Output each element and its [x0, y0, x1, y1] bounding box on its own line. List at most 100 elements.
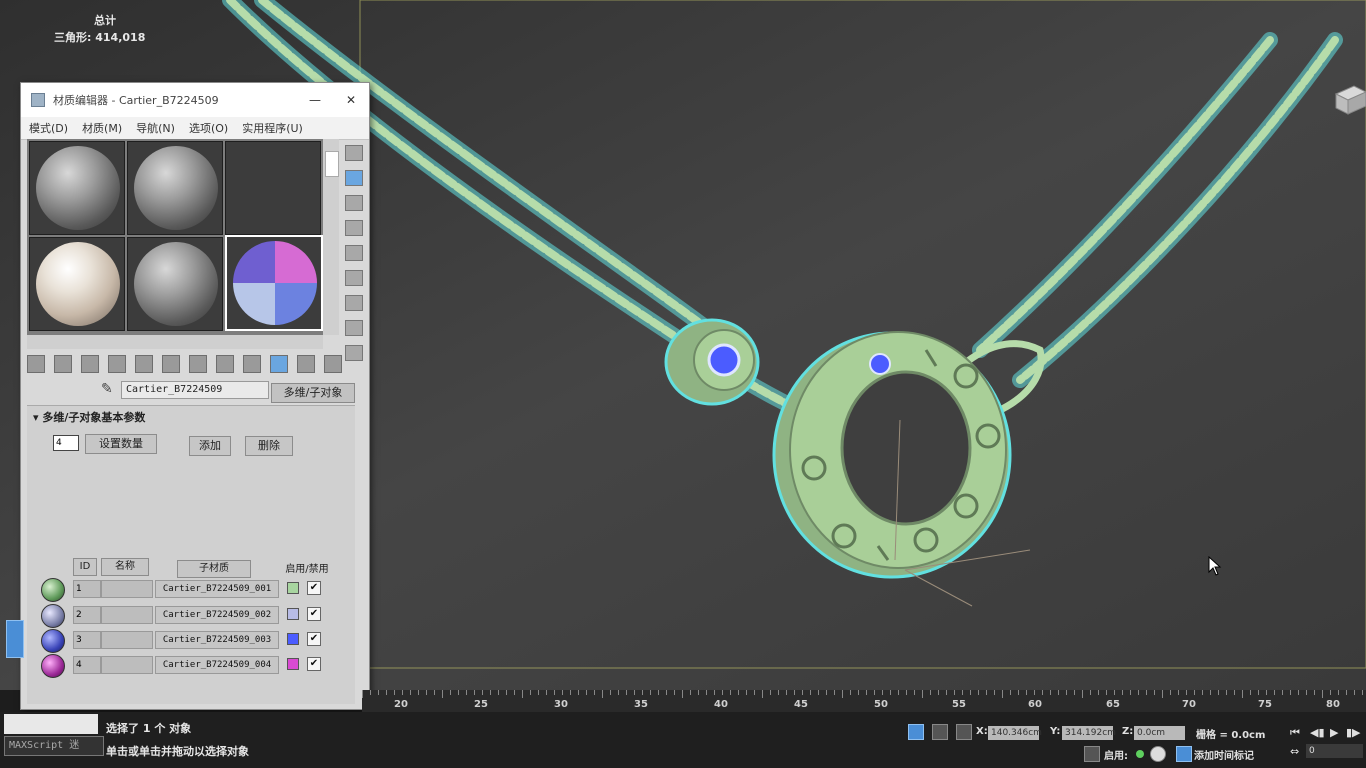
row-name-field[interactable] — [101, 580, 153, 598]
assign-to-selection-icon[interactable] — [81, 355, 99, 373]
x-coordinate-field[interactable]: 140.346cm — [988, 726, 1042, 740]
get-material-icon[interactable] — [27, 355, 45, 373]
ruler-tick — [730, 690, 731, 695]
menu-navigation[interactable]: 导航(N) — [136, 120, 175, 136]
info-icon[interactable] — [1150, 746, 1166, 762]
ruler-tick — [594, 690, 595, 695]
material-type-button[interactable]: 多维/子对象 — [271, 383, 355, 403]
play-icon[interactable]: ▶ — [1330, 726, 1338, 739]
column-sub-material[interactable]: 子材质 — [177, 560, 251, 578]
slots-vertical-scrollbar[interactable] — [323, 139, 339, 335]
sample-slot-5[interactable] — [127, 237, 223, 331]
sample-type-icon[interactable] — [345, 145, 363, 161]
row-id[interactable]: 2 — [73, 606, 101, 624]
enable-checkbox[interactable]: ✔ — [307, 607, 321, 621]
viewcube-icon[interactable] — [1326, 72, 1366, 118]
material-ball-icon[interactable] — [41, 604, 65, 628]
color-swatch[interactable] — [287, 633, 299, 645]
row-id[interactable]: 4 — [73, 656, 101, 674]
slots-horizontal-scrollbar[interactable] — [27, 335, 323, 349]
go-to-parent-icon[interactable] — [270, 355, 288, 373]
absolute-mode-icon[interactable] — [956, 724, 972, 740]
row-name-field[interactable] — [101, 606, 153, 624]
material-editor-titlebar[interactable]: 材质编辑器 - Cartier_B7224509 — ✕ — [21, 83, 369, 117]
row-id[interactable]: 1 — [73, 580, 101, 598]
options-icon[interactable] — [345, 295, 363, 311]
mini-listener-input[interactable] — [4, 714, 98, 734]
go-forward-icon[interactable] — [297, 355, 315, 373]
make-preview-icon[interactable] — [345, 270, 363, 286]
minimize-icon[interactable]: — — [297, 93, 333, 107]
color-swatch[interactable] — [287, 582, 299, 594]
material-editor-window[interactable]: 材质编辑器 - Cartier_B7224509 — ✕ 模式(D) 材质(M)… — [20, 82, 370, 710]
material-name-field[interactable]: Cartier_B7224509 — [121, 381, 269, 399]
delete-button[interactable]: 删除 — [245, 436, 293, 456]
z-coordinate-field[interactable]: 0.0cm — [1134, 726, 1185, 740]
video-check-icon[interactable] — [345, 245, 363, 261]
close-icon[interactable]: ✕ — [333, 93, 369, 107]
next-frame-icon[interactable]: ▮▶ — [1346, 726, 1361, 739]
ruler-tick — [1250, 690, 1251, 695]
go-to-start-icon[interactable]: ⏮ — [1290, 726, 1300, 740]
previous-frame-icon[interactable]: ◀▮ — [1310, 726, 1325, 739]
ruler-tick — [642, 690, 643, 695]
menu-options[interactable]: 选项(O) — [189, 120, 228, 136]
reset-map-icon[interactable] — [108, 355, 126, 373]
backlight-icon[interactable] — [345, 170, 363, 186]
time-tag-icon[interactable] — [1176, 746, 1192, 762]
ruler-tick — [1346, 690, 1347, 695]
row-name-field[interactable] — [101, 656, 153, 674]
material-ball-icon[interactable] — [41, 629, 65, 653]
key-mode-icon[interactable]: ⇔ — [1290, 745, 1299, 758]
sub-material-button[interactable]: Cartier_B7224509_001 — [155, 580, 279, 598]
row-name-field[interactable] — [101, 631, 153, 649]
rollout-title[interactable]: ▾ 多维/子对象基本参数 — [27, 406, 355, 427]
background-icon[interactable] — [345, 195, 363, 211]
selection-lock-icon[interactable] — [932, 724, 948, 740]
ruler-tick — [778, 690, 779, 695]
y-coordinate-field[interactable]: 314.192cm — [1062, 726, 1116, 740]
scroll-thumb[interactable] — [325, 151, 339, 177]
sample-slot-3[interactable] — [225, 141, 321, 235]
sample-slot-2[interactable] — [127, 141, 223, 235]
add-button[interactable]: 添加 — [189, 436, 231, 456]
set-number-button[interactable]: 设置数量 — [85, 434, 157, 454]
menu-mode[interactable]: 模式(D) — [29, 120, 68, 136]
sample-slot-4[interactable] — [29, 237, 125, 331]
column-name[interactable]: 名称 — [101, 558, 149, 576]
row-id[interactable]: 3 — [73, 631, 101, 649]
current-frame-field[interactable]: 0 — [1306, 744, 1363, 758]
sub-material-button[interactable]: Cartier_B7224509_003 — [155, 631, 279, 649]
put-to-library-icon[interactable] — [162, 355, 180, 373]
eyedropper-icon[interactable]: ✎ — [101, 381, 113, 397]
column-id[interactable]: ID — [73, 558, 97, 576]
material-ball-icon[interactable] — [41, 654, 65, 678]
select-by-material-icon[interactable] — [345, 320, 363, 336]
pick-material-icon[interactable] — [324, 355, 342, 373]
make-unique-icon[interactable] — [135, 355, 153, 373]
color-swatch[interactable] — [287, 658, 299, 670]
enable-checkbox[interactable]: ✔ — [307, 632, 321, 646]
sample-slot-1[interactable] — [29, 141, 125, 235]
material-id-icon[interactable] — [189, 355, 207, 373]
sample-slot-6-selected[interactable] — [225, 235, 323, 331]
enable-checkbox[interactable]: ✔ — [307, 581, 321, 595]
sub-material-button[interactable]: Cartier_B7224509_004 — [155, 656, 279, 674]
enable-checkbox[interactable]: ✔ — [307, 657, 321, 671]
color-swatch[interactable] — [287, 608, 299, 620]
count-field[interactable]: 4 — [53, 435, 79, 451]
show-end-result-icon[interactable] — [243, 355, 261, 373]
adaptive-degradation-icon[interactable] — [1084, 746, 1100, 762]
put-to-scene-icon[interactable] — [54, 355, 72, 373]
material-ball-icon[interactable] — [41, 578, 65, 602]
isolate-selection-icon[interactable] — [908, 724, 924, 740]
add-time-tag[interactable]: 添加时间标记 — [1194, 747, 1254, 762]
left-panel-tab[interactable] — [6, 620, 24, 658]
timeline-ruler[interactable]: 20 25 30 35 40 45 50 55 60 65 70 75 80 — [362, 690, 1366, 712]
sub-material-button[interactable]: Cartier_B7224509_002 — [155, 606, 279, 624]
uv-tiling-icon[interactable] — [345, 220, 363, 236]
show-map-icon[interactable] — [216, 355, 234, 373]
maxscript-listener[interactable]: MAXScript 迷 — [4, 736, 104, 756]
menu-utilities[interactable]: 实用程序(U) — [242, 120, 303, 136]
menu-material[interactable]: 材质(M) — [82, 120, 122, 136]
